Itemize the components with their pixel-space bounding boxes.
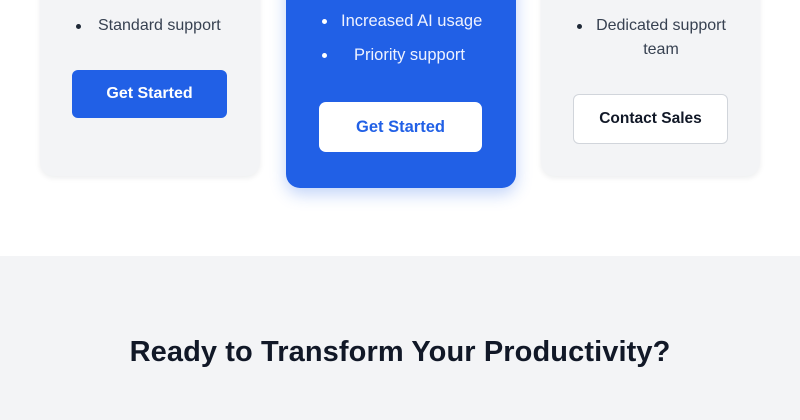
feature-item: Standard support bbox=[40, 14, 260, 38]
feature-item: Increased AI usage bbox=[286, 9, 516, 43]
cta-section: Ready to Transform Your Productivity? bbox=[0, 256, 800, 420]
feature-text: Standard support bbox=[98, 17, 221, 34]
get-started-button[interactable]: Get Started bbox=[72, 70, 227, 118]
pricing-section: Standard support Get Started Increased A… bbox=[0, 0, 800, 256]
cta-title: Ready to Transform Your Productivity? bbox=[129, 336, 671, 368]
bullet-icon bbox=[322, 19, 327, 24]
feature-text: Priority support bbox=[354, 46, 465, 64]
pricing-card-enterprise: Dedicated support team Contact Sales bbox=[541, 0, 760, 176]
feature-item: Dedicated support team bbox=[541, 14, 760, 62]
feature-list: Increased AI usage Priority support bbox=[286, 9, 516, 77]
pricing-card-pro: Increased AI usage Priority support Get … bbox=[286, 0, 516, 188]
pricing-card-basic: Standard support Get Started bbox=[40, 0, 260, 176]
contact-sales-button[interactable]: Contact Sales bbox=[573, 94, 728, 144]
bullet-icon bbox=[322, 53, 327, 58]
get-started-button[interactable]: Get Started bbox=[319, 102, 482, 152]
feature-item: Priority support bbox=[286, 43, 516, 77]
feature-text: Dedicated support team bbox=[596, 17, 726, 58]
bullet-icon bbox=[76, 24, 81, 29]
bullet-icon bbox=[577, 24, 582, 29]
feature-list: Standard support bbox=[40, 14, 260, 38]
feature-text: Increased AI usage bbox=[341, 12, 483, 30]
feature-list: Dedicated support team bbox=[541, 14, 760, 62]
